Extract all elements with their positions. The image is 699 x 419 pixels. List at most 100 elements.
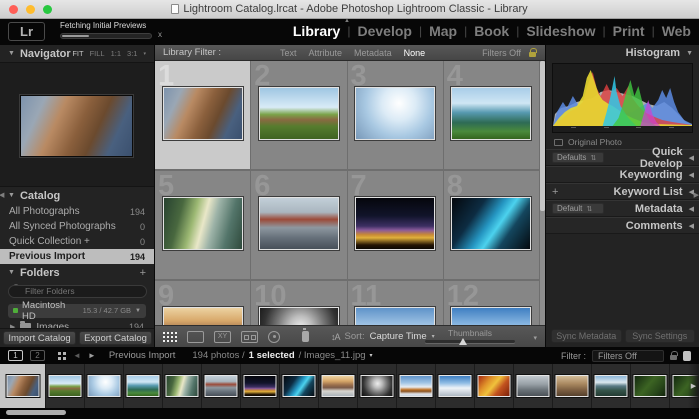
sync-metadata-button[interactable]: Sync Metadata: [551, 329, 622, 343]
second-window-button[interactable]: 2: [30, 350, 45, 361]
catalog-header[interactable]: ▼ Catalog: [0, 187, 154, 204]
panel-section-keyword-list[interactable]: +Keyword List◀: [546, 183, 699, 200]
filmstrip-scroll-right-icon[interactable]: ▶: [688, 364, 699, 408]
catalog-row[interactable]: Previous Import194: [0, 249, 154, 264]
filmstrip-scrollbar-thumb[interactable]: [6, 410, 66, 415]
source-breadcrumb[interactable]: Previous Import: [109, 350, 176, 361]
sync-settings-button[interactable]: Sync Settings: [625, 329, 696, 343]
grid-photo-cell[interactable]: 8: [444, 171, 540, 281]
filmstrip-thumb[interactable]: [280, 364, 319, 408]
grid-photo-cell[interactable]: 3: [348, 61, 444, 171]
filmstrip-thumb[interactable]: [124, 364, 163, 408]
filter-option-none[interactable]: None: [404, 48, 426, 58]
grid-photo-cell[interactable]: 2: [251, 61, 347, 171]
histogram-panel[interactable]: [552, 63, 693, 133]
grid-photo-cell[interactable]: 12: [444, 281, 540, 325]
module-book[interactable]: Book: [474, 23, 509, 39]
filmstrip-thumb[interactable]: [436, 364, 475, 408]
selection-info[interactable]: 194 photos / 1 selected / Images_11.jpg …: [192, 350, 372, 361]
filmstrip-thumb[interactable]: [319, 364, 358, 408]
filmstrip-thumb[interactable]: [163, 364, 202, 408]
people-view-button[interactable]: [268, 331, 280, 343]
module-library[interactable]: Library: [293, 23, 340, 39]
histogram-header[interactable]: Histogram ▼: [546, 45, 699, 61]
catalog-row[interactable]: All Synced Photographs0: [0, 219, 154, 234]
add-keyword-icon[interactable]: +: [552, 186, 558, 198]
section-preset-select[interactable]: Default⇅: [552, 203, 604, 214]
sort-value[interactable]: Capture Time: [370, 331, 427, 342]
filmstrip-thumb[interactable]: [0, 364, 46, 408]
filmstrip-thumb[interactable]: [85, 364, 124, 408]
collapse-left-panel-icon[interactable]: ◀: [0, 191, 4, 199]
collapse-right-panel-icon[interactable]: ▶: [694, 191, 699, 199]
close-window-icon[interactable]: [9, 5, 18, 14]
navigator-header[interactable]: ▼ Navigator FITFILL1:13:1▾: [0, 45, 154, 62]
forward-arrow-icon[interactable]: ►: [88, 351, 96, 360]
module-web[interactable]: Web: [662, 23, 691, 39]
filmstrip-thumb[interactable]: [397, 364, 436, 408]
grid-photo-cell[interactable]: 6: [251, 171, 347, 281]
module-map[interactable]: Map: [429, 23, 457, 39]
thumbnail-slider-thumb[interactable]: [459, 338, 467, 345]
export-catalog-button[interactable]: Export Catalog: [79, 331, 152, 345]
panel-section-keywording[interactable]: Keywording◀: [546, 166, 699, 183]
filter-option-text[interactable]: Text: [280, 48, 297, 58]
filmstrip-thumb[interactable]: [514, 364, 553, 408]
toolbar-options-icon[interactable]: ▾: [533, 334, 537, 342]
main-window-button[interactable]: 1: [8, 350, 23, 361]
compare-view-button[interactable]: XY: [214, 331, 231, 343]
filter-lock-icon[interactable]: [670, 355, 677, 360]
navigator-zoom-fit[interactable]: FIT: [72, 49, 83, 58]
filter-preset[interactable]: Filters Off: [482, 48, 521, 58]
grid-photo-cell[interactable]: 1: [155, 61, 251, 171]
grid-view-button[interactable]: [162, 331, 177, 342]
loupe-view-button[interactable]: [187, 331, 204, 343]
back-arrow-icon[interactable]: ◄: [73, 351, 81, 360]
grid-photo-cell[interactable]: 11: [348, 281, 444, 325]
filmstrip-thumb[interactable]: [241, 364, 280, 408]
folder-search-input[interactable]: [8, 285, 147, 298]
folders-header[interactable]: ▼ Folders +: [0, 264, 154, 281]
filter-option-metadata[interactable]: Metadata: [354, 48, 392, 58]
sort-direction-icon[interactable]: ↕A: [331, 332, 340, 342]
module-develop[interactable]: Develop: [357, 23, 411, 39]
catalog-row[interactable]: Quick Collection +0: [0, 234, 154, 249]
panel-section-metadata[interactable]: Default⇅Metadata◀: [546, 200, 699, 217]
filmstrip-thumb[interactable]: [358, 364, 397, 408]
navigator-zoom-1-1[interactable]: 1:1: [111, 49, 121, 58]
catalog-row[interactable]: All Photographs194: [0, 204, 154, 219]
panel-section-quick-develop[interactable]: Defaults⇅Quick Develop◀: [546, 149, 699, 166]
section-preset-select[interactable]: Defaults⇅: [552, 152, 604, 163]
minimize-window-icon[interactable]: [26, 5, 35, 14]
grid-photo-cell[interactable]: 9: [155, 281, 251, 325]
activity-cancel-icon[interactable]: x: [158, 30, 162, 39]
filter-option-attribute[interactable]: Attribute: [309, 48, 343, 58]
add-folder-icon[interactable]: +: [140, 267, 146, 279]
thumbnail-slider-track[interactable]: [425, 340, 515, 343]
module-print[interactable]: Print: [613, 23, 645, 39]
filmstrip-filter-value[interactable]: Filters Off: [592, 350, 664, 362]
grid-view-shortcut-icon[interactable]: [58, 352, 66, 360]
filmstrip-thumb[interactable]: [475, 364, 514, 408]
navigator-preview[interactable]: [0, 62, 154, 187]
grid-photo-cell[interactable]: 4: [444, 61, 540, 171]
navigator-zoom-caret-icon[interactable]: ▾: [143, 51, 146, 57]
filmstrip-scrollbar[interactable]: [0, 408, 699, 419]
filmstrip-thumb[interactable]: [46, 364, 85, 408]
filter-lock-icon[interactable]: [529, 52, 536, 57]
painter-spray-icon[interactable]: [302, 331, 309, 342]
module-slideshow[interactable]: Slideshow: [526, 23, 595, 39]
zoom-window-icon[interactable]: [43, 5, 52, 14]
navigator-zoom-fill[interactable]: FILL: [90, 49, 105, 58]
navigator-zoom-3-1[interactable]: 3:1: [127, 49, 137, 58]
filmstrip-thumb[interactable]: [592, 364, 631, 408]
grid-photo-cell[interactable]: 10: [251, 281, 347, 325]
import-catalog-button[interactable]: Import Catalog: [3, 331, 76, 345]
grid-photo-cell[interactable]: 5: [155, 171, 251, 281]
filmstrip-thumb[interactable]: [631, 364, 670, 408]
filmstrip-thumb[interactable]: [553, 364, 592, 408]
survey-view-button[interactable]: [241, 331, 258, 343]
panel-section-comments[interactable]: Comments◀: [546, 217, 699, 234]
volume-browser[interactable]: Macintosh HD 15.3 / 42.7 GB ▼: [8, 304, 146, 318]
filmstrip-thumb[interactable]: [202, 364, 241, 408]
